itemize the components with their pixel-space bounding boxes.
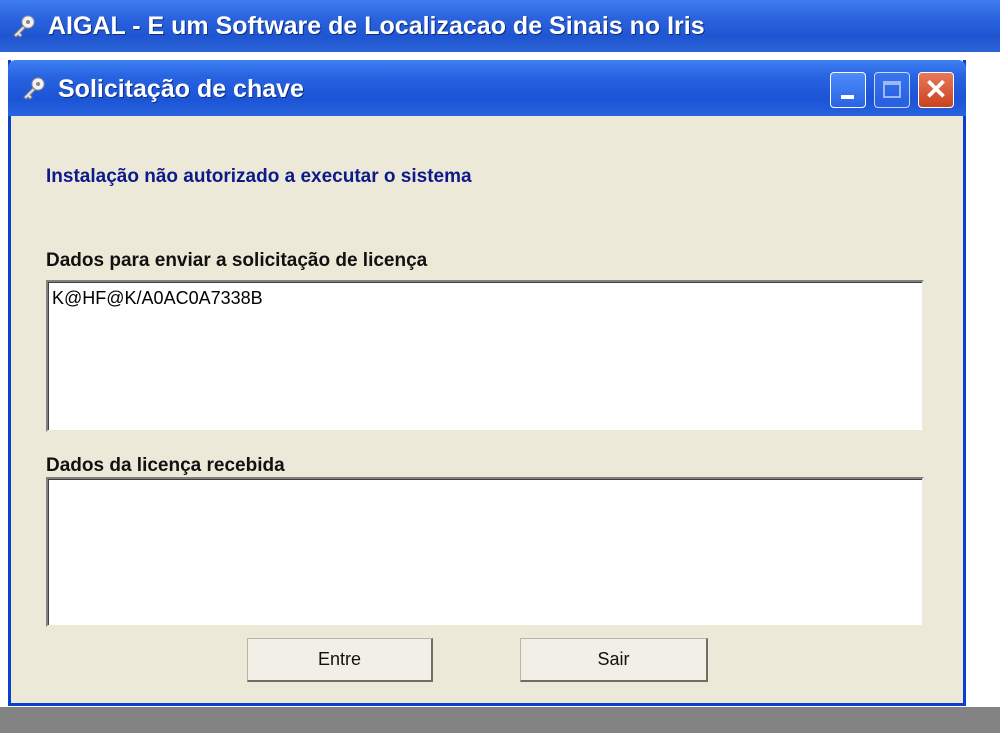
close-icon: ✕ bbox=[924, 74, 948, 105]
close-button[interactable]: ✕ bbox=[918, 72, 954, 108]
exit-button[interactable]: Sair bbox=[520, 638, 708, 682]
request-data-label: Dados para enviar a solicitação de licen… bbox=[46, 250, 428, 271]
app-title: AIGAL - E um Software de Localizacao de … bbox=[48, 12, 705, 40]
minimize-button[interactable] bbox=[830, 72, 866, 108]
dialog-titlebar[interactable]: Solicitação de chave ✕ bbox=[8, 60, 966, 116]
request-data-field[interactable]: K@HF@K/A0AC0A7338B bbox=[46, 280, 924, 432]
key-icon bbox=[13, 15, 35, 38]
app-status-strip bbox=[0, 707, 1000, 733]
key-icon bbox=[23, 77, 45, 100]
minimize-icon bbox=[841, 95, 854, 99]
maximize-icon bbox=[883, 81, 901, 98]
dialog-title: Solicitação de chave bbox=[58, 75, 304, 103]
authorization-warning: Instalação não autorizado a executar o s… bbox=[46, 166, 472, 187]
license-data-field[interactable] bbox=[46, 477, 924, 627]
maximize-button[interactable] bbox=[874, 72, 910, 108]
app-titlebar[interactable]: AIGAL - E um Software de Localizacao de … bbox=[0, 0, 1000, 52]
license-data-label: Dados da licença recebida bbox=[46, 455, 285, 476]
enter-button[interactable]: Entre bbox=[247, 638, 433, 682]
